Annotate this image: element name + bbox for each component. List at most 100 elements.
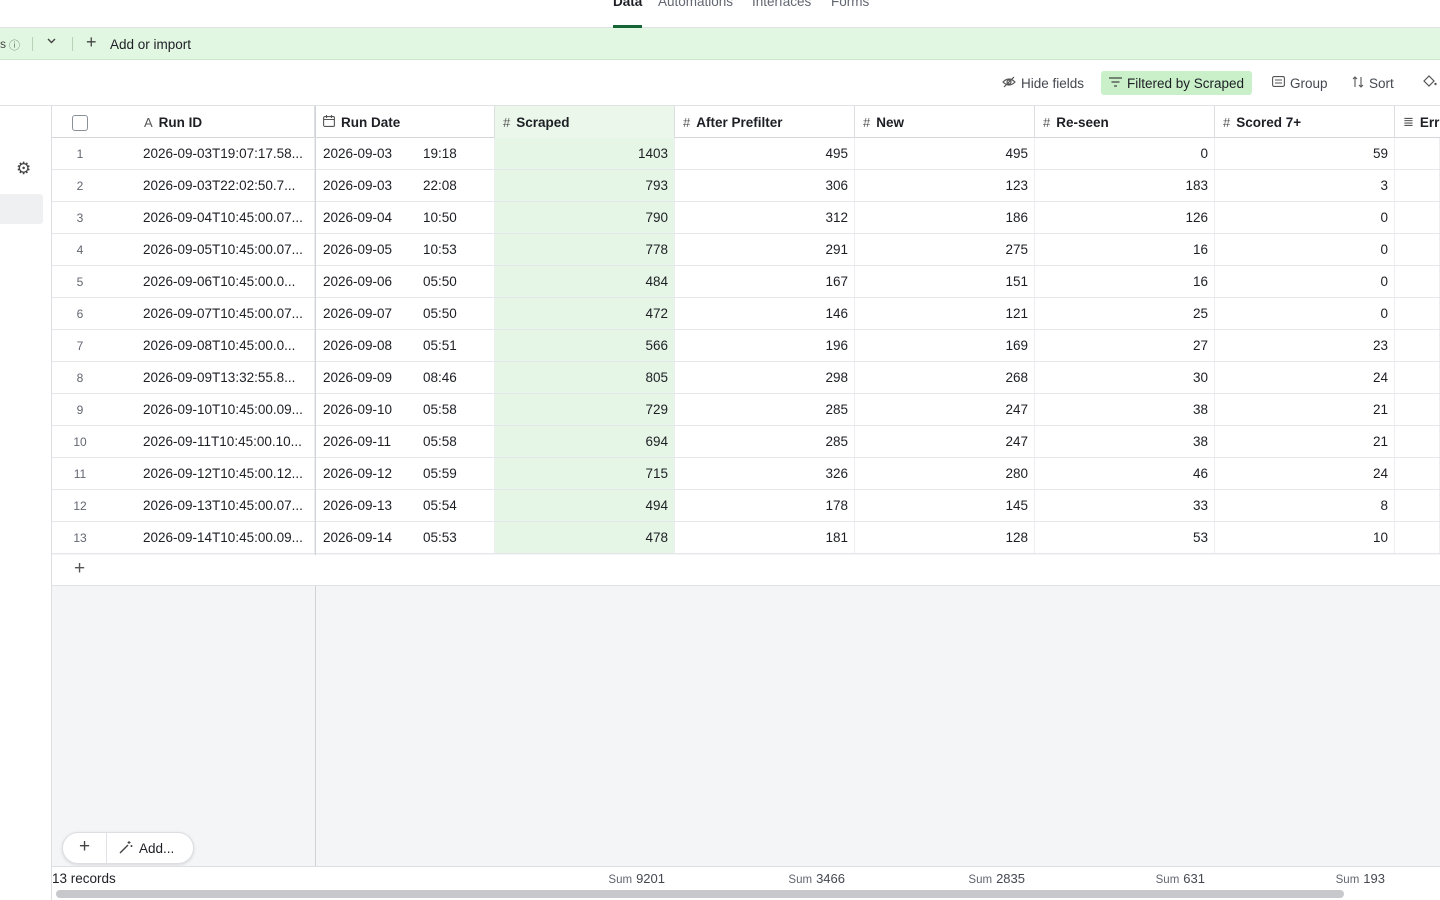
cell-scored-7plus[interactable]: 3 (1215, 170, 1395, 201)
cell-re-seen[interactable]: 25 (1035, 298, 1215, 329)
plus-icon[interactable]: + (86, 32, 97, 53)
table-row[interactable]: 5 2026-09-06T10:45:00.0... 2026-09-06 05:50… (52, 266, 1440, 298)
cell-run-date[interactable]: 2026-09-06 (315, 266, 415, 297)
cell-run-date[interactable]: 2026-09-11 (315, 426, 415, 457)
cell-errors[interactable] (1395, 394, 1440, 425)
cell-errors[interactable] (1395, 362, 1440, 393)
cell-run-time[interactable]: 08:46 (415, 362, 495, 393)
cell-run-id[interactable]: 2026-09-03T19:07:17.58... (135, 138, 315, 169)
cell-new[interactable]: 128 (855, 522, 1035, 553)
table-row[interactable]: 6 2026-09-07T10:45:00.07... 2026-09-07 05:5… (52, 298, 1440, 330)
table-row[interactable]: 11 2026-09-12T10:45:00.12... 2026-09-12 05:… (52, 458, 1440, 490)
table-row[interactable]: 4 2026-09-05T10:45:00.07... 2026-09-05 10:5… (52, 234, 1440, 266)
cell-re-seen[interactable]: 16 (1035, 266, 1215, 297)
cell-run-time[interactable]: 22:08 (415, 170, 495, 201)
cell-new[interactable]: 169 (855, 330, 1035, 361)
cell-after-prefilter[interactable]: 167 (675, 266, 855, 297)
tab-automations[interactable]: Automations (658, 0, 733, 9)
cell-new[interactable]: 268 (855, 362, 1035, 393)
cell-run-time[interactable]: 05:58 (415, 394, 495, 425)
cell-run-date[interactable]: 2026-09-08 (315, 330, 415, 361)
cell-scraped[interactable]: 778 (495, 234, 675, 265)
sum-scraped[interactable]: Sum 9201 (495, 871, 665, 886)
cell-after-prefilter[interactable]: 326 (675, 458, 855, 489)
cell-run-time[interactable]: 05:50 (415, 298, 495, 329)
cell-new[interactable]: 275 (855, 234, 1035, 265)
cell-re-seen[interactable]: 27 (1035, 330, 1215, 361)
info-icon[interactable]: ⓘ (9, 37, 20, 53)
cell-errors[interactable] (1395, 522, 1440, 553)
header-errors[interactable]: ≣ Err (1395, 106, 1440, 138)
cell-run-id[interactable]: 2026-09-05T10:45:00.07... (135, 234, 315, 265)
cell-run-date[interactable]: 2026-09-10 (315, 394, 415, 425)
cell-after-prefilter[interactable]: 312 (675, 202, 855, 233)
cell-scraped[interactable]: 566 (495, 330, 675, 361)
cell-scraped[interactable]: 494 (495, 490, 675, 521)
add-with-ai-button[interactable]: Add... (107, 840, 174, 857)
cell-re-seen[interactable]: 33 (1035, 490, 1215, 521)
cell-re-seen[interactable]: 46 (1035, 458, 1215, 489)
header-scored-7plus[interactable]: # Scored 7+ (1215, 106, 1395, 138)
tab-interfaces[interactable]: Interfaces (752, 0, 811, 9)
horizontal-scrollbar[interactable] (56, 890, 1344, 898)
cell-scraped[interactable]: 790 (495, 202, 675, 233)
table-row[interactable]: 1 2026-09-03T19:07:17.58... 2026-09-03 19:1… (52, 138, 1440, 170)
cell-run-id[interactable]: 2026-09-03T22:02:50.7... (135, 170, 315, 201)
cell-errors[interactable] (1395, 330, 1440, 361)
sum-new[interactable]: Sum 2835 (855, 871, 1025, 886)
cell-errors[interactable] (1395, 490, 1440, 521)
cell-new[interactable]: 247 (855, 426, 1035, 457)
sum-after-prefilter[interactable]: Sum 3466 (675, 871, 845, 886)
cell-run-id[interactable]: 2026-09-09T13:32:55.8... (135, 362, 315, 393)
cell-after-prefilter[interactable]: 285 (675, 394, 855, 425)
table-row[interactable]: 7 2026-09-08T10:45:00.0... 2026-09-08 05:51… (52, 330, 1440, 362)
cell-errors[interactable] (1395, 170, 1440, 201)
cell-run-id[interactable]: 2026-09-06T10:45:00.0... (135, 266, 315, 297)
cell-run-time[interactable]: 05:51 (415, 330, 495, 361)
gear-icon[interactable]: ⚙ (16, 159, 31, 179)
cell-after-prefilter[interactable]: 181 (675, 522, 855, 553)
chevron-down-icon[interactable] (46, 35, 57, 49)
cell-new[interactable]: 495 (855, 138, 1035, 169)
cell-scraped[interactable]: 1403 (495, 138, 675, 169)
cell-after-prefilter[interactable]: 285 (675, 426, 855, 457)
cell-run-id[interactable]: 2026-09-10T10:45:00.09... (135, 394, 315, 425)
cell-run-time[interactable]: 10:50 (415, 202, 495, 233)
group-button[interactable]: Group (1266, 71, 1334, 95)
cell-run-id[interactable]: 2026-09-13T10:45:00.07... (135, 490, 315, 521)
sum-re-seen[interactable]: Sum 631 (1035, 871, 1205, 886)
cell-run-time[interactable]: 05:54 (415, 490, 495, 521)
cell-run-id[interactable]: 2026-09-07T10:45:00.07... (135, 298, 315, 329)
header-re-seen[interactable]: # Re-seen (1035, 106, 1215, 138)
cell-run-time[interactable]: 05:58 (415, 426, 495, 457)
cell-re-seen[interactable]: 53 (1035, 522, 1215, 553)
cell-run-time[interactable]: 05:53 (415, 522, 495, 553)
cell-new[interactable]: 247 (855, 394, 1035, 425)
cell-scored-7plus[interactable]: 10 (1215, 522, 1395, 553)
cell-run-time[interactable]: 05:50 (415, 266, 495, 297)
cell-run-id[interactable]: 2026-09-11T10:45:00.10... (135, 426, 315, 457)
cell-after-prefilter[interactable]: 495 (675, 138, 855, 169)
add-or-import-button[interactable]: Add or import (110, 37, 191, 52)
cell-after-prefilter[interactable]: 298 (675, 362, 855, 393)
cell-scraped[interactable]: 793 (495, 170, 675, 201)
cell-new[interactable]: 145 (855, 490, 1035, 521)
table-row[interactable]: 10 2026-09-11T10:45:00.10... 2026-09-11 05:… (52, 426, 1440, 458)
cell-run-time[interactable]: 19:18 (415, 138, 495, 169)
cell-scraped[interactable]: 472 (495, 298, 675, 329)
cell-scored-7plus[interactable]: 23 (1215, 330, 1395, 361)
cell-errors[interactable] (1395, 138, 1440, 169)
cell-after-prefilter[interactable]: 291 (675, 234, 855, 265)
color-button[interactable] (1416, 71, 1440, 95)
cell-scraped[interactable]: 715 (495, 458, 675, 489)
cell-re-seen[interactable]: 183 (1035, 170, 1215, 201)
cell-scored-7plus[interactable]: 8 (1215, 490, 1395, 521)
cell-after-prefilter[interactable]: 146 (675, 298, 855, 329)
add-record-button[interactable]: + (63, 832, 107, 864)
cell-run-date[interactable]: 2026-09-14 (315, 522, 415, 553)
cell-re-seen[interactable]: 0 (1035, 138, 1215, 169)
cell-run-date[interactable]: 2026-09-03 (315, 170, 415, 201)
cell-run-date[interactable]: 2026-09-05 (315, 234, 415, 265)
cell-errors[interactable] (1395, 298, 1440, 329)
header-scraped[interactable]: # Scraped (495, 106, 675, 138)
